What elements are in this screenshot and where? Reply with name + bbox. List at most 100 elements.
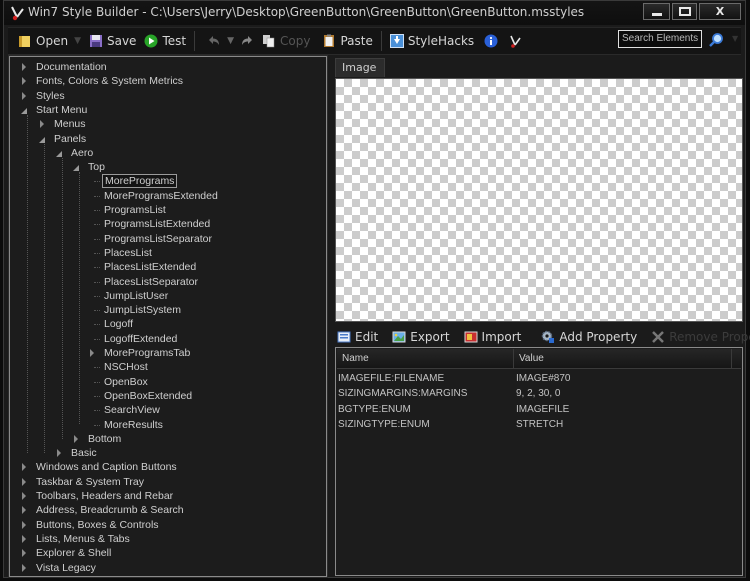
collapsed-arrow-icon[interactable] [19,546,29,560]
tree-item-label: PlacesListSeparator [104,275,198,288]
expanded-arrow-icon[interactable] [37,132,47,146]
tree-item[interactable]: Bottom [74,432,123,446]
property-row[interactable]: SIZINGMARGINS:MARGINS 9, 2, 30, 0 [338,388,738,403]
tree-item[interactable]: Top [73,160,107,174]
tree-item[interactable]: Fonts, Colors & System Metrics [22,74,185,88]
tree-item[interactable]: MorePrograms [94,174,178,189]
minimize-button[interactable] [643,3,670,20]
tree-item-label: Logoff [104,318,134,331]
collapsed-arrow-icon[interactable] [71,432,81,446]
app-window: Win7 Style Builder - C:\Users\Jerry\Desk… [3,0,750,578]
tools-button[interactable] [508,34,522,48]
tree-item[interactable]: Styles [22,89,67,103]
toolbar-separator [380,31,382,51]
collapsed-arrow-icon[interactable] [19,74,29,88]
test-button[interactable]: Test [144,34,186,48]
property-value[interactable]: 9, 2, 30, 0 [516,388,560,399]
collapsed-arrow-icon[interactable] [19,60,29,74]
import-button[interactable]: Import [464,330,521,344]
edit-button[interactable]: Edit [337,330,378,344]
collapsed-arrow-icon[interactable] [54,446,64,460]
maximize-button[interactable] [672,3,697,20]
about-button[interactable] [484,34,498,48]
tree-item[interactable]: SearchView [94,403,162,417]
tree-item[interactable]: OpenBox [94,375,150,389]
tree-item[interactable]: Lists, Menus & Tabs [22,532,132,546]
tree-item[interactable]: PlacesList [94,246,154,260]
tree-item[interactable]: Start Menu [21,103,89,117]
tree-item[interactable]: OpenBoxExtended [94,389,194,403]
collapsed-arrow-icon[interactable] [19,460,29,474]
close-button[interactable]: X [699,3,741,20]
collapsed-arrow-icon[interactable] [87,346,97,360]
save-button[interactable]: Save [89,34,136,48]
tree-item[interactable]: Aero [56,146,95,160]
tree-item[interactable]: LogoffExtended [94,332,179,346]
search-elements-input[interactable]: Search Elements [618,30,702,48]
tree-item[interactable]: Windows and Caption Buttons [22,460,179,474]
collapsed-arrow-icon[interactable] [19,475,29,489]
tree-item[interactable]: JumpListSystem [94,303,183,317]
collapsed-arrow-icon[interactable] [19,518,29,532]
collapsed-arrow-icon[interactable] [19,89,29,103]
tree-item[interactable]: Toolbars, Headers and Rebar [22,489,175,503]
tree-item[interactable]: ProgramsListSeparator [94,232,214,246]
tree-item[interactable]: PlacesListExtended [94,260,198,274]
tree-connector-line [94,267,100,269]
title-bar[interactable]: Win7 Style Builder - C:\Users\Jerry\Desk… [4,1,745,25]
remove-property-button[interactable]: Remove Property [651,330,750,344]
tree-connector-line [94,252,100,254]
tree-connector-line [94,338,100,340]
undo-button[interactable] [207,34,221,48]
tree-item[interactable]: Taskbar & System Tray [22,475,146,489]
tree-item-label: Panels [54,132,87,145]
tree-item[interactable]: Panels [39,132,88,146]
tree-item[interactable]: Explorer & Shell [22,546,113,560]
tree-item[interactable]: MoreProgramsExtended [94,189,220,203]
undo-dropdown-icon[interactable]: ▼ [227,36,234,46]
property-value[interactable]: IMAGE#870 [516,373,570,384]
search-dropdown-icon[interactable]: ▼ [732,34,738,43]
tab-image[interactable]: Image [335,58,385,77]
column-header-value[interactable]: Value [514,349,732,368]
tree-item-label: JumpListSystem [104,304,182,317]
close-icon: X [715,5,725,18]
export-button[interactable]: Export [392,330,450,344]
tree-item[interactable]: MoreResults [94,418,165,432]
property-row[interactable]: SIZINGTYPE:ENUM STRETCH [338,419,738,434]
column-header-name[interactable]: Name [337,349,514,368]
remove-property-label: Remove Property [669,330,750,344]
tree-item[interactable]: Address, Breadcrumb & Search [22,503,186,517]
property-value[interactable]: STRETCH [516,419,563,430]
collapsed-arrow-icon[interactable] [37,117,47,131]
property-row[interactable]: IMAGEFILE:FILENAME IMAGE#870 [338,373,738,388]
search-icon[interactable] [708,32,724,48]
tree-item[interactable]: Menus [40,117,88,131]
collapsed-arrow-icon[interactable] [19,532,29,546]
tree-item[interactable]: Logoff [94,317,135,331]
property-row[interactable]: BGTYPE:ENUM IMAGEFILE [338,404,738,419]
property-value[interactable]: IMAGEFILE [516,404,569,415]
tree-item[interactable]: ProgramsList [94,203,168,217]
stylehacks-button[interactable]: StyleHacks [389,34,474,48]
tree-item[interactable]: Buttons, Boxes & Controls [22,518,161,532]
collapsed-arrow-icon[interactable] [19,503,29,517]
tree-item[interactable]: MoreProgramsTab [90,346,192,360]
tree-item[interactable]: NSCHost [94,360,150,374]
tree-item[interactable]: Vista Legacy [22,561,98,575]
collapsed-arrow-icon[interactable] [19,489,29,503]
tree-item[interactable]: ProgramsListExtended [94,217,212,231]
redo-button[interactable] [240,34,254,48]
element-tree[interactable]: Documentation Fonts, Colors & System Metr… [8,55,328,578]
collapsed-arrow-icon[interactable] [19,561,29,575]
tree-item[interactable]: PlacesListSeparator [94,275,200,289]
copy-button[interactable]: Copy [262,34,310,48]
add-property-button[interactable]: Add Property [541,330,637,344]
open-button[interactable]: Open [18,34,68,48]
tree-item[interactable]: JumpListUser [94,289,170,303]
tree-item[interactable]: Documentation [22,60,109,74]
tree-item[interactable]: Basic [57,446,99,460]
paste-button[interactable]: Paste [322,34,373,48]
open-dropdown-icon[interactable]: ▼ [74,36,81,46]
tree-item-label: Documentation [36,61,107,73]
